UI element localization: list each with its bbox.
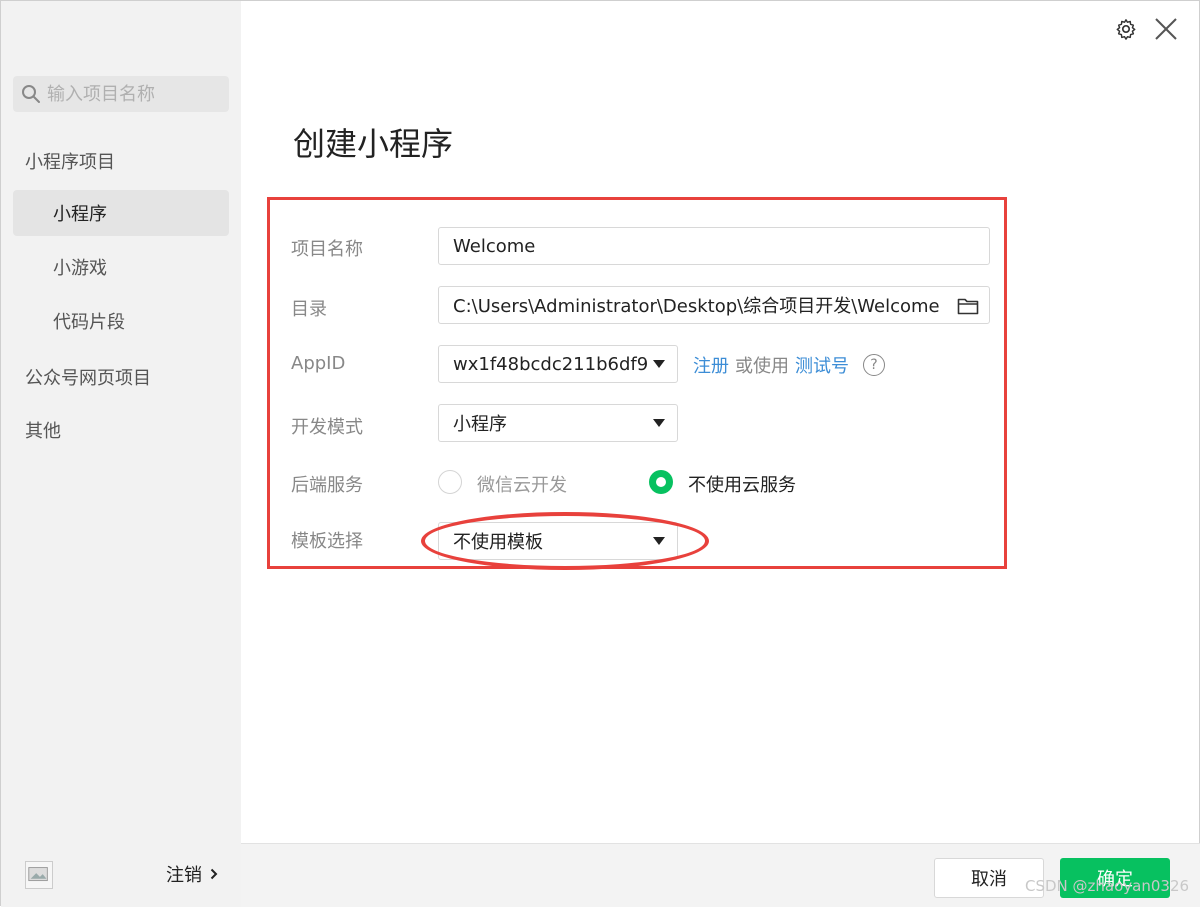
radio-no-cloud[interactable]: [649, 470, 673, 494]
sidebar-group-official-account[interactable]: 公众号网页项目: [25, 364, 151, 390]
search-icon: [22, 85, 40, 103]
appid-extra-links: 注册 或使用 测试号 ?: [693, 352, 885, 378]
sidebar-item-code-snippet[interactable]: 代码片段: [13, 298, 229, 344]
backend-label: 后端服务: [291, 475, 363, 496]
radio-cloud-dev-label[interactable]: 微信云开发: [477, 471, 567, 497]
avatar[interactable]: [25, 861, 53, 889]
page-title: 创建小程序: [293, 125, 454, 163]
or-use-text: 或使用: [735, 356, 789, 377]
dev-mode-select[interactable]: 小程序: [438, 404, 678, 442]
help-icon[interactable]: ?: [863, 354, 885, 376]
directory-label: 目录: [291, 299, 327, 320]
test-account-link[interactable]: 测试号: [795, 352, 849, 378]
project-name-label: 项目名称: [291, 239, 363, 260]
logout-button[interactable]: 注销: [166, 861, 218, 887]
logout-label: 注销: [166, 865, 202, 886]
watermark: CSDN @zhaoyan0326: [1025, 877, 1190, 895]
project-name-value: Welcome: [453, 235, 536, 257]
dev-mode-value: 小程序: [453, 414, 507, 435]
sidebar-group-miniprogram[interactable]: 小程序项目: [25, 148, 115, 174]
project-name-input[interactable]: Welcome: [438, 227, 990, 265]
chevron-right-icon: [210, 868, 218, 880]
gear-icon[interactable]: [1115, 18, 1137, 40]
appid-select[interactable]: wx1f48bcdc211b6df9: [438, 345, 678, 383]
close-icon[interactable]: [1153, 16, 1179, 42]
radio-cloud-dev[interactable]: [438, 470, 462, 494]
appid-value: wx1f48bcdc211b6df9: [453, 353, 649, 375]
search-input[interactable]: [47, 83, 217, 105]
dialog-footer: [241, 843, 1200, 907]
sidebar: 小程序项目 小程序 小游戏 代码片段 公众号网页项目 其他 注销: [1, 1, 241, 907]
directory-value: C:\Users\Administrator\Desktop\综合项目开发\We…: [453, 296, 940, 317]
radio-no-cloud-label[interactable]: 不使用云服务: [688, 471, 796, 497]
folder-icon[interactable]: [957, 296, 979, 316]
create-project-dialog: 小程序项目 小程序 小游戏 代码片段 公众号网页项目 其他 注销 创建小程序 项…: [0, 0, 1200, 907]
search-box[interactable]: [13, 76, 229, 112]
caret-down-icon: [653, 419, 665, 427]
caret-down-icon: [653, 360, 665, 368]
sidebar-group-other[interactable]: 其他: [25, 417, 61, 443]
appid-label: AppID: [291, 353, 346, 374]
sidebar-item-miniprogram[interactable]: 小程序: [13, 190, 229, 236]
sidebar-item-minigame[interactable]: 小游戏: [13, 244, 229, 290]
annotation-ellipse: [421, 512, 709, 570]
avatar-image-icon: [28, 867, 48, 882]
dev-mode-label: 开发模式: [291, 417, 363, 438]
directory-input[interactable]: C:\Users\Administrator\Desktop\综合项目开发\We…: [438, 286, 990, 324]
register-link[interactable]: 注册: [693, 352, 729, 378]
template-label: 模板选择: [291, 531, 363, 552]
